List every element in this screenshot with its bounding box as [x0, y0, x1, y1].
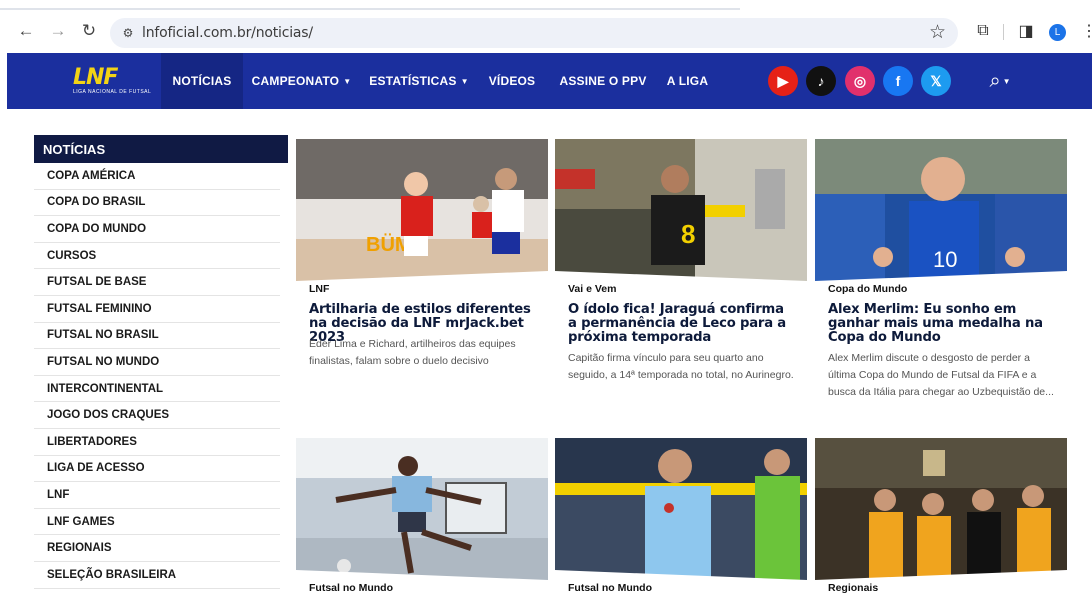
- article-headline[interactable]: O ídolo fica! Jaraguá confirma a permanê…: [568, 303, 796, 345]
- sidebar-item-selecao-brasileira[interactable]: SELEÇÃO BRASILEIRA: [34, 562, 280, 589]
- nav-label: A LIGA: [666, 74, 709, 88]
- sidebar-item-futsal-no-mundo[interactable]: FUTSAL NO MUNDO: [34, 349, 280, 376]
- sidebar-item-copa-do-brasil[interactable]: COPA DO BRASIL: [34, 190, 280, 217]
- article-category[interactable]: Futsal no Mundo: [568, 582, 652, 594]
- sidebar-item-futsal-no-brasil[interactable]: FUTSAL NO BRASIL: [34, 323, 280, 350]
- sidebar-item-liga-de-acesso[interactable]: LIGA DE ACESSO: [34, 456, 280, 483]
- article-excerpt: Éder Lima e Richard, artilheiros das equ…: [309, 338, 516, 367]
- article-excerpt: Alex Merlim discute o desgosto de perder…: [828, 352, 1054, 398]
- sidebar-item-futsal-de-base[interactable]: FUTSAL DE BASE: [34, 269, 280, 296]
- nav-estatisticas[interactable]: ESTATÍSTICAS ▼: [369, 53, 469, 109]
- article-image[interactable]: 10: [815, 139, 1067, 281]
- news-card[interactable]: 10 Copa do Mundo Alex Merlim: Eu sonho e…: [815, 139, 1067, 409]
- article-image[interactable]: 8: [555, 139, 807, 281]
- nav-label: CAMPEONATO: [251, 74, 340, 88]
- caret-down-icon: ▼: [343, 76, 352, 86]
- lnf-logo[interactable]: LNF LIGA NACIONAL DE FUTSAL: [73, 65, 151, 97]
- article-image[interactable]: [815, 438, 1067, 580]
- article-category[interactable]: Vai e Vem: [568, 283, 616, 295]
- sidebar-item-libertadores[interactable]: LIBERTADORES: [34, 429, 280, 456]
- toolbar-divider: [1003, 24, 1004, 40]
- sidebar-item-intercontinental[interactable]: INTERCONTINENTAL: [34, 376, 280, 403]
- article-headline[interactable]: Alex Merlim: Eu sonho em ganhar mais uma…: [828, 303, 1056, 345]
- forward-icon[interactable]: →: [47, 20, 69, 42]
- sidebar-title: NOTÍCIAS: [34, 135, 288, 163]
- more-menu-icon[interactable]: ⋮: [1078, 20, 1092, 42]
- site-settings-icon[interactable]: ⚙: [118, 23, 138, 43]
- search-icon[interactable]: ⌕ ▼: [980, 66, 1020, 96]
- nav-videos[interactable]: VÍDEOS: [487, 53, 537, 109]
- article-category[interactable]: Copa do Mundo: [828, 283, 907, 295]
- sidebar-item-regionais[interactable]: REGIONAIS: [34, 535, 280, 562]
- instagram-icon[interactable]: ◎: [845, 66, 875, 96]
- browser-toolbar: ← → ↻ ⚙ lnfoficial.com.br/noticias/ ☆ ⧉ …: [0, 10, 1092, 52]
- sidebar-item-copa-america[interactable]: COPA AMÉRICA: [34, 163, 280, 190]
- news-card[interactable]: Futsal no Mundo: [296, 438, 548, 594]
- category-sidebar: NOTÍCIAS COPA AMÉRICA COPA DO BRASIL COPA …: [34, 135, 288, 589]
- svg-text:10: 10: [933, 247, 957, 272]
- tiktok-icon[interactable]: ♪: [806, 66, 836, 96]
- news-card[interactable]: Regionais: [815, 438, 1067, 594]
- sidebar-item-cursos[interactable]: CURSOS: [34, 243, 280, 270]
- article-category[interactable]: Futsal no Mundo: [309, 582, 393, 594]
- nav-label: ASSINE O PPV: [559, 74, 647, 88]
- caret-down-icon: ▼: [1002, 76, 1011, 86]
- x-icon[interactable]: 𝕏: [921, 66, 951, 96]
- nav-assine-ppv[interactable]: ASSINE O PPV: [559, 53, 647, 109]
- reload-icon[interactable]: ↻: [78, 20, 100, 42]
- article-category[interactable]: LNF: [309, 283, 329, 295]
- nav-noticias[interactable]: NOTÍCIAS: [161, 53, 243, 109]
- nav-label: VÍDEOS: [488, 74, 536, 88]
- logo-subtitle: LIGA NACIONAL DE FUTSAL: [73, 89, 152, 95]
- article-category[interactable]: Regionais: [828, 582, 878, 594]
- caret-down-icon: ▼: [460, 76, 469, 86]
- sidebar-item-lnf-games[interactable]: LNF GAMES: [34, 509, 280, 536]
- back-icon[interactable]: ←: [15, 20, 37, 42]
- url-text[interactable]: lnfoficial.com.br/noticias/: [142, 25, 313, 41]
- article-image[interactable]: [555, 438, 807, 580]
- nav-label: NOTÍCIAS: [172, 74, 232, 88]
- facebook-icon[interactable]: f: [883, 66, 913, 96]
- article-image[interactable]: [296, 438, 548, 580]
- profile-avatar[interactable]: L: [1049, 24, 1066, 41]
- article-excerpt: Capitão firma vínculo para seu quarto an…: [568, 352, 794, 381]
- nav-label: ESTATÍSTICAS: [369, 74, 457, 88]
- news-card[interactable]: Futsal no Mundo: [555, 438, 807, 594]
- sidebar-list: COPA AMÉRICA COPA DO BRASIL COPA DO MUNDO C…: [34, 163, 288, 589]
- bookmark-star-icon[interactable]: ☆: [929, 21, 946, 44]
- tab-strip: [0, 0, 1092, 10]
- youtube-icon[interactable]: ▶: [768, 66, 798, 96]
- svg-text:8: 8: [681, 219, 695, 249]
- nav-campeonato[interactable]: CAMPEONATO ▼: [251, 53, 352, 109]
- extensions-icon[interactable]: ⧉: [972, 20, 994, 42]
- news-card[interactable]: 8 Vai e Vem O ídolo fica! Jaraguá confir…: [555, 139, 807, 409]
- sidebar-item-copa-do-mundo[interactable]: COPA DO MUNDO: [34, 216, 280, 243]
- site-navigation: LNF LIGA NACIONAL DE FUTSAL NOTÍCIAS CAM…: [7, 53, 1092, 109]
- address-bar[interactable]: ⚙ lnfoficial.com.br/noticias/ ☆: [110, 18, 958, 48]
- sidebar-item-jogo-dos-craques[interactable]: JOGO DOS CRAQUES: [34, 402, 280, 429]
- logo-mark: LNF: [73, 65, 118, 90]
- side-panel-icon[interactable]: ◨: [1015, 20, 1037, 42]
- sidebar-item-lnf[interactable]: LNF: [34, 482, 280, 509]
- news-card[interactable]: BÜMP LNF Artilharia de estilos diferente…: [296, 139, 548, 379]
- article-image[interactable]: BÜMP: [296, 139, 548, 281]
- nav-a-liga[interactable]: A LIGA: [665, 53, 710, 109]
- sidebar-item-futsal-feminino[interactable]: FUTSAL FEMININO: [34, 296, 280, 323]
